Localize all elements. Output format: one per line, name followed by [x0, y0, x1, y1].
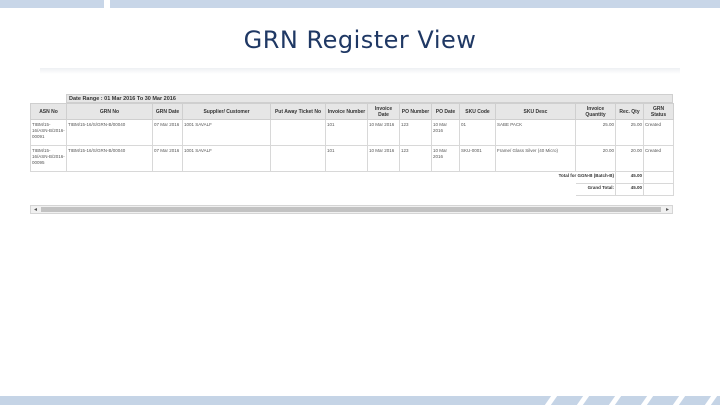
supplier-cell: 1001 SAVALF [182, 145, 271, 172]
column-header[interactable]: ASN No [30, 103, 67, 120]
asn-cell: TIBM/15-16/ASN-B/2016-00095 [30, 145, 67, 172]
column-header[interactable]: Invoice Number [325, 103, 368, 120]
blank-cell [643, 171, 674, 184]
invoice-date-cell: 10 Mar 2016 [367, 119, 400, 146]
column-header[interactable]: GRN Date [152, 103, 183, 120]
scrollbar-thumb[interactable] [41, 207, 661, 212]
column-header[interactable]: Invoice Date [367, 103, 400, 120]
table-row[interactable]: TIBM/15-16/ASN-B/2016-00091 TIBM/15-16/S… [30, 119, 674, 146]
table-header-row: ASN No GRN No GRN Date Supplier/ Custome… [30, 103, 674, 120]
grand-total-row: Grand Total: 45.00 [31, 183, 674, 196]
po-number-cell: 123 [399, 119, 432, 146]
scroll-right-icon[interactable]: ▸ [663, 206, 672, 213]
slide-title: GRN Register View [243, 26, 477, 54]
invoice-number-cell: 101 [325, 145, 368, 172]
column-header[interactable]: SKU Code [459, 103, 496, 120]
column-header[interactable]: Put Away Ticket No [270, 103, 326, 120]
rec-qty-cell: 25.00 [615, 119, 644, 146]
grn-cell: TIBM/15-16/S/GRN-B/00040 [66, 119, 153, 146]
column-header[interactable]: PO Number [399, 103, 432, 120]
table-row[interactable]: TIBM/15-16/ASN-B/2016-00095 TIBM/15-16/S… [30, 145, 674, 172]
horizontal-scrollbar[interactable]: ◂ ▸ [30, 205, 673, 214]
column-header[interactable]: GRN Status [643, 103, 674, 120]
blank-cell [643, 183, 674, 196]
blank-cell [31, 172, 576, 184]
po-number-cell: 123 [399, 145, 432, 172]
grand-total-label: Grand Total: [575, 183, 616, 196]
batch-total-label: Total for GGN-B (Batch-B) [559, 171, 616, 184]
column-header[interactable]: Invoice Quantity [575, 103, 616, 120]
column-header[interactable]: Supplier/ Customer [182, 103, 271, 120]
column-header[interactable]: GRN No [66, 103, 153, 120]
date-range-header: Date Range : 01 Mar 2016 To 30 Mar 2016 [66, 94, 673, 103]
grn-date-cell: 07 Mar 2016 [152, 119, 183, 146]
grn-register-report: Date Range : 01 Mar 2016 To 30 Mar 2016 … [30, 94, 674, 214]
batch-total-value: 45.00 [615, 171, 644, 184]
bottom-decorative-stripe [0, 396, 720, 405]
supplier-cell: 1001 SAVALF [182, 119, 271, 146]
grn-date-cell: 07 Mar 2016 [152, 145, 183, 172]
rec-qty-cell: 20.00 [615, 145, 644, 172]
column-header[interactable]: PO Date [431, 103, 460, 120]
putaway-cell [270, 145, 326, 172]
column-header[interactable]: SKU Desc [495, 103, 576, 120]
asn-cell: TIBM/15-16/ASN-B/2016-00091 [30, 119, 67, 146]
grn-status-cell: Created [643, 119, 674, 146]
putaway-cell [270, 119, 326, 146]
title-divider [40, 68, 680, 74]
scroll-left-icon[interactable]: ◂ [31, 206, 40, 213]
column-header[interactable]: Rec. Qty [615, 103, 644, 120]
blank-cell [31, 184, 576, 196]
grn-status-cell: Created [643, 145, 674, 172]
batch-total-row: Total for GGN-B (Batch-B) 45.00 [31, 171, 674, 184]
invoice-date-cell: 10 Mar 2016 [367, 145, 400, 172]
sku-desc-cell: Frame/ Glass Silver (40 Micro) [495, 145, 576, 172]
invoice-number-cell: 101 [325, 119, 368, 146]
po-date-cell: 10 Mar 2016 [431, 119, 460, 146]
grand-total-value: 45.00 [615, 183, 644, 196]
grn-cell: TIBM/15-16/S/GRN-B/00040 [66, 145, 153, 172]
po-date-cell: 10 Mar 2016 [431, 145, 460, 172]
invoice-qty-cell: 25.00 [575, 119, 616, 146]
grn-register-table: ASN No GRN No GRN Date Supplier/ Custome… [30, 103, 674, 196]
top-decorative-stripe [0, 0, 720, 8]
sku-code-cell: SKU-0001 [459, 145, 496, 172]
sku-desc-cell: SABE PACK [495, 119, 576, 146]
sku-code-cell: 01 [459, 119, 496, 146]
invoice-qty-cell: 20.00 [575, 145, 616, 172]
